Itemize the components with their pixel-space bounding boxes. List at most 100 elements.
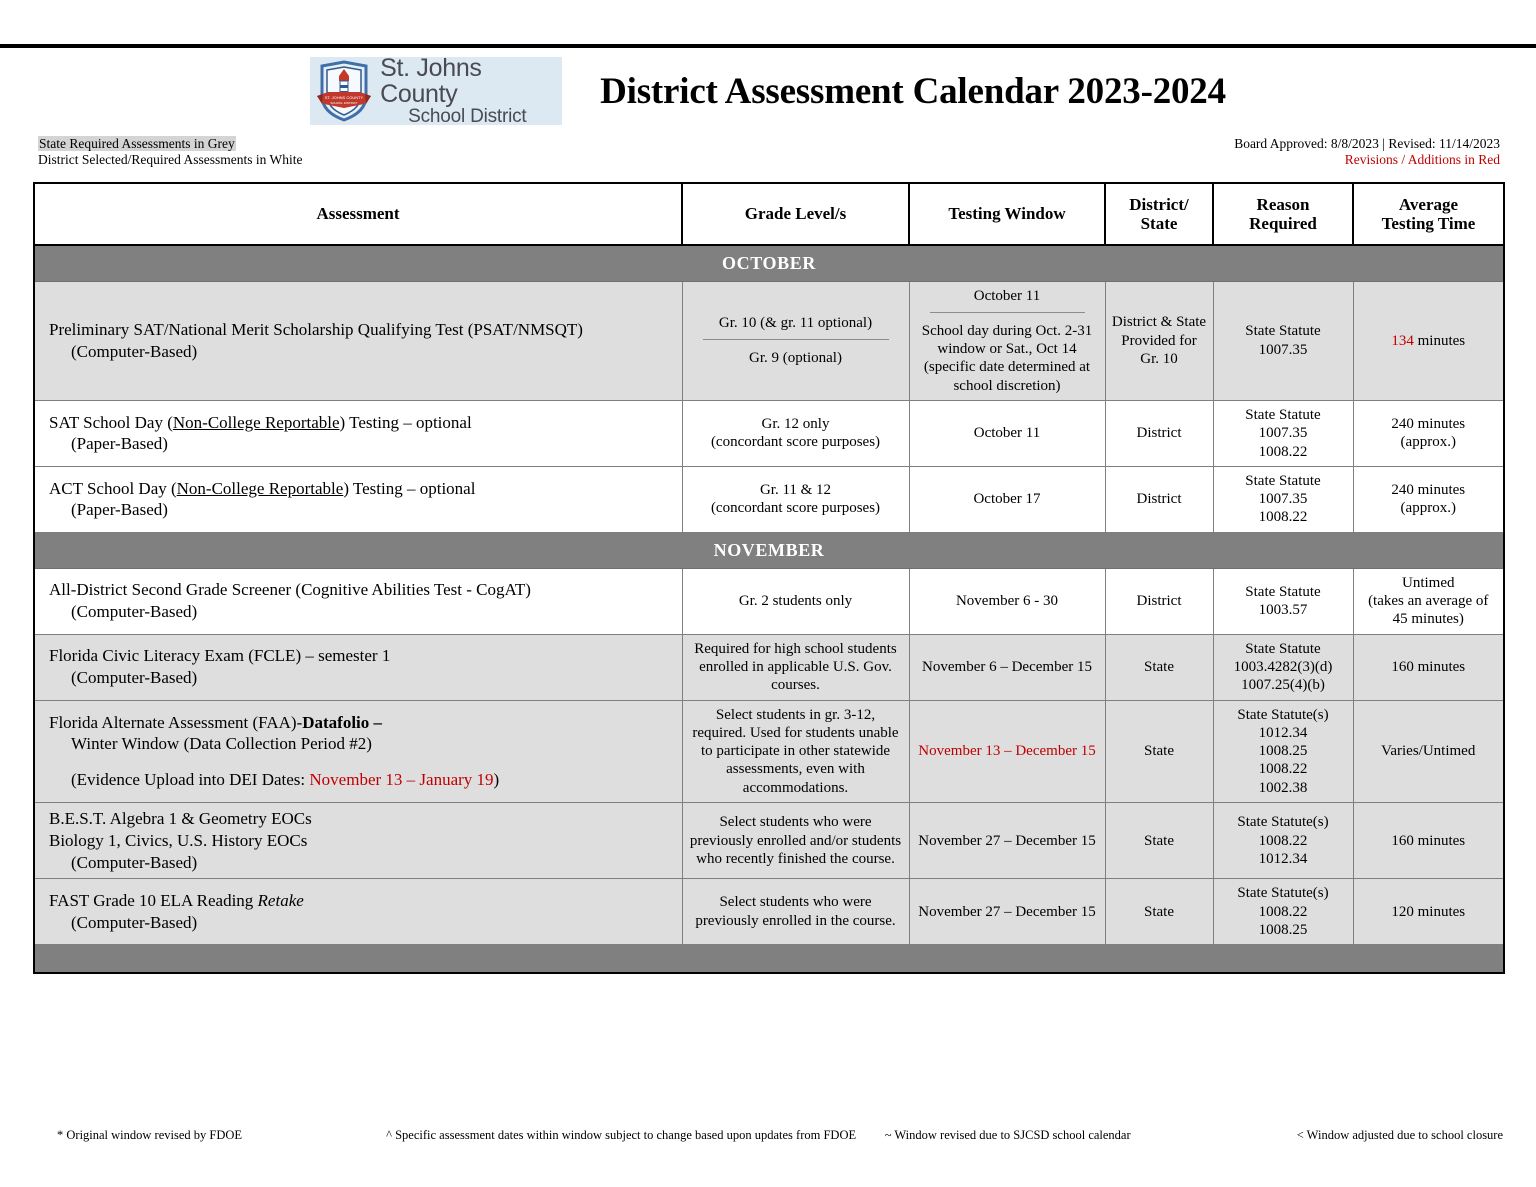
table-row: Preliminary SAT/National Merit Scholarsh… — [33, 280, 1505, 401]
row-psat-reason: State Statute 1007.35 — [1212, 280, 1354, 401]
row-cogat-time: Untimed (takes an average of 45 minutes) — [1352, 567, 1505, 635]
row-cogat-assessment-line2: (Computer-Based) — [71, 602, 198, 622]
row-eoc-time: 160 minutes — [1352, 802, 1505, 880]
logo-wordmark: St. Johns County School District — [380, 55, 562, 127]
row-act-time-line2: (approx.) — [1400, 500, 1456, 517]
row-fast-time: 120 minutes — [1352, 878, 1505, 946]
footnote-school-closure: < Window adjusted due to school closure — [1296, 1128, 1504, 1142]
row-faa-dei-prefix: (Evidence Upload into DEI Dates: — [71, 770, 310, 790]
row-cogat-assessment: All-District Second Grade Screener (Cogn… — [33, 567, 683, 635]
row-sat-assessment-line2: (Paper-Based) — [71, 434, 168, 454]
footnote-sjcsd-calendar: ~ Window revised due to SJCSD school cal… — [884, 1128, 1131, 1142]
column-header-grade-levels: Grade Level/s — [681, 182, 910, 246]
row-act-district-state: District — [1104, 465, 1214, 533]
row-act-time: 240 minutes (approx.) — [1352, 465, 1505, 533]
footnotes: * Original window revised by FDOE ^ Spec… — [33, 1128, 1503, 1143]
svg-text:ST. JOHNS COUNTY: ST. JOHNS COUNTY — [325, 95, 364, 100]
row-cogat-grade: Gr. 2 students only — [681, 567, 910, 635]
revisions-note: Revisions / Additions in Red — [1344, 152, 1500, 167]
row-cogat-time-line1: Untimed — [1402, 574, 1455, 591]
table-row: Florida Civic Literacy Exam (FCLE) – sem… — [33, 633, 1505, 701]
row-fast-assessment-line2: (Computer-Based) — [71, 912, 198, 932]
row-sat-grade-line1: Gr. 12 only — [761, 416, 830, 433]
sjcsd-logo: ST. JOHNS COUNTY SCHOOL DISTRICT St. Joh… — [310, 55, 563, 127]
row-faa-time: Varies/Untimed — [1352, 699, 1505, 804]
row-sat-assessment-underline: Non-College Reportable — [172, 412, 340, 432]
table-row: SAT School Day (Non-College Reportable) … — [33, 399, 1505, 467]
row-faa-reason: State Statute(s) 1012.34 1008.25 1008.22… — [1212, 699, 1354, 804]
row-fcle-grade: Required for high school students enroll… — [681, 633, 910, 701]
column-header-reason-line1: Reason — [1256, 194, 1310, 214]
row-cogat-assessment-line1: All-District Second Grade Screener (Cogn… — [49, 580, 531, 600]
row-sat-reason-line1: State Statute — [1245, 406, 1321, 423]
row-fcle-district-state: State — [1104, 633, 1214, 701]
legend-district-required: District Selected/Required Assessments i… — [38, 152, 303, 167]
table-row: All-District Second Grade Screener (Cogn… — [33, 567, 1505, 635]
row-sat-grade-line2: (concordant score purposes) — [710, 434, 881, 451]
row-cogat-window: November 6 - 30 — [908, 567, 1106, 635]
row-fcle-reason-line2: 1003.4282(3)(d) — [1233, 658, 1333, 675]
column-header-testing-window: Testing Window — [908, 182, 1106, 246]
row-faa-reason-line3: 1008.25 — [1258, 743, 1308, 760]
row-cogat-district-state: District — [1104, 567, 1214, 635]
row-act-assessment-underline: Non-College Reportable — [176, 478, 344, 498]
month-header-november-label: NOVEMBER — [33, 531, 1505, 569]
table-row: FAST Grade 10 ELA Reading Retake (Comput… — [33, 878, 1505, 946]
row-sat-time-line1: 240 minutes — [1391, 416, 1466, 433]
row-act-grade-line2: (concordant score purposes) — [710, 500, 881, 517]
row-eoc-reason-line2: 1008.22 — [1258, 832, 1308, 849]
board-approved-line: Board Approved: 8/8/2023 | Revised: 11/1… — [1234, 136, 1500, 151]
row-eoc-district-state: State — [1104, 802, 1214, 880]
row-eoc-assessment-line3: (Computer-Based) — [71, 852, 198, 872]
row-faa-spacer — [49, 755, 676, 769]
row-fast-reason: State Statute(s) 1008.22 1008.25 — [1212, 878, 1354, 946]
table-row: Florida Alternate Assessment (FAA)-Dataf… — [33, 699, 1505, 804]
row-fast-district-state: State — [1104, 878, 1214, 946]
column-header-assessment: Assessment — [33, 182, 683, 246]
row-sat-reason-line3: 1008.22 — [1258, 443, 1308, 460]
row-cogat-reason-line2: 1003.57 — [1258, 602, 1308, 619]
row-eoc-reason-line3: 1012.34 — [1258, 850, 1308, 867]
logo-line-2: School District — [408, 106, 527, 128]
column-header-reason-required: Reason Required — [1212, 182, 1354, 246]
row-psat-window: October 11 School day during Oct. 2-31 w… — [908, 280, 1106, 401]
row-act-grade: Gr. 11 & 12 (concordant score purposes) — [681, 465, 910, 533]
svg-text:SCHOOL DISTRICT: SCHOOL DISTRICT — [330, 101, 357, 105]
row-eoc-grade: Select students who were previously enro… — [681, 802, 910, 880]
row-psat-window-top: October 11 — [929, 287, 1085, 313]
row-faa-assessment-bold: Datafolio – — [302, 712, 383, 732]
page-title: District Assessment Calendar 2023-2024 — [600, 70, 1226, 112]
month-header-partial — [33, 944, 1505, 974]
row-faa-reason-line5: 1002.38 — [1258, 779, 1308, 796]
row-faa-window: November 13 – December 15 — [908, 699, 1106, 804]
row-sat-assessment-post: ) Testing – optional — [339, 412, 472, 432]
row-cogat-time-line3: 45 minutes) — [1392, 611, 1464, 628]
row-sat-assessment: SAT School Day (Non-College Reportable) … — [33, 399, 683, 467]
row-cogat-time-line2: (takes an average of — [1368, 593, 1489, 610]
row-psat-grade-bottom: Gr. 9 (optional) — [749, 350, 842, 367]
row-act-assessment-post: ) Testing – optional — [343, 478, 476, 498]
row-sat-assessment-pre: SAT School Day ( — [49, 412, 173, 432]
row-sat-time-line2: (approx.) — [1400, 434, 1456, 451]
row-eoc-assessment-line2: Biology 1, Civics, U.S. History EOCs — [49, 830, 308, 850]
legend-state-required: State Required Assessments in Grey — [38, 136, 236, 151]
table-row: B.E.S.T. Algebra 1 & Geometry EOCs Biolo… — [33, 802, 1505, 880]
month-header-october: OCTOBER — [33, 244, 1505, 282]
row-faa-district-state: State — [1104, 699, 1214, 804]
row-eoc-assessment: B.E.S.T. Algebra 1 & Geometry EOCs Biolo… — [33, 802, 683, 880]
footnote-original-window: * Original window revised by FDOE — [57, 1128, 243, 1142]
document-page: ST. JOHNS COUNTY SCHOOL DISTRICT St. Joh… — [0, 0, 1536, 1187]
column-header-time-line2: Testing Time — [1381, 214, 1476, 233]
row-sat-time: 240 minutes (approx.) — [1352, 399, 1505, 467]
row-psat-grade: Gr. 10 (& gr. 11 optional) Gr. 9 (option… — [681, 280, 910, 401]
row-psat-district-state: District & State Provided for Gr. 10 — [1104, 280, 1214, 401]
row-fast-assessment: FAST Grade 10 ELA Reading Retake (Comput… — [33, 878, 683, 946]
row-sat-reason: State Statute 1007.35 1008.22 — [1212, 399, 1354, 467]
row-faa-dei-dates: November 13 – January 19 — [309, 770, 494, 790]
document-header: ST. JOHNS COUNTY SCHOOL DISTRICT St. Joh… — [0, 52, 1536, 130]
row-psat-grade-top: Gr. 10 (& gr. 11 optional) — [702, 314, 889, 341]
column-header-time-line1: Average — [1398, 194, 1459, 214]
row-act-reason-line2: 1007.35 — [1258, 491, 1308, 508]
shading-legend: State Required Assessments in Grey Distr… — [38, 136, 302, 168]
row-fast-grade: Select students who were previously enro… — [681, 878, 910, 946]
